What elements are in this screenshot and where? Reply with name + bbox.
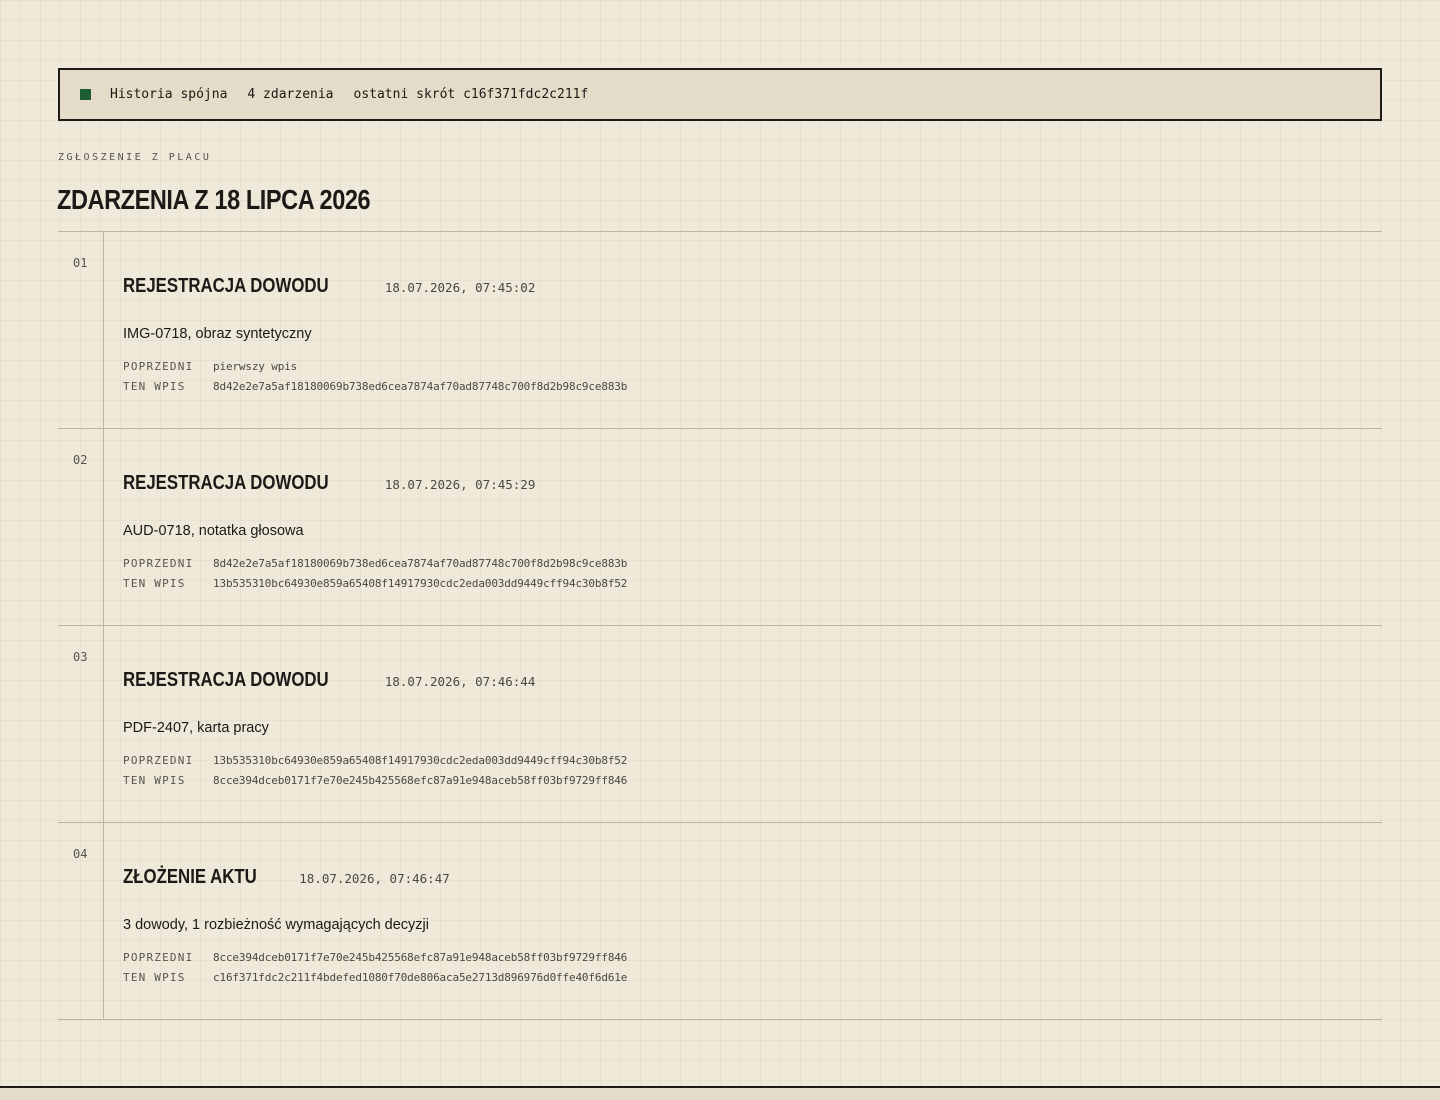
event-header: ZŁOŻENIE AKTU 18.07.2026, 07:46:47 bbox=[123, 863, 450, 891]
previous-hash-row: POPRZEDNI pierwszy wpis bbox=[123, 360, 297, 373]
last-hash: ostatni skrót c16f371fdc2c211f bbox=[353, 87, 589, 102]
timeline-gutter-line bbox=[103, 626, 104, 822]
event-timestamp: 18.07.2026, 07:46:47 bbox=[299, 871, 450, 886]
event-header: REJESTRACJA DOWODU 18.07.2026, 07:46:44 bbox=[123, 666, 535, 694]
previous-hash-value: 8cce394dceb0171f7e70e245b425568efc87a91e… bbox=[213, 951, 628, 964]
event-header: REJESTRACJA DOWODU 18.07.2026, 07:45:29 bbox=[123, 469, 535, 497]
event-description: AUD-0718, notatka głosowa bbox=[123, 523, 304, 539]
event-type: REJESTRACJA DOWODU bbox=[123, 472, 329, 494]
current-hash-label: TEN WPIS bbox=[123, 380, 186, 393]
previous-hash-row: POPRZEDNI 8cce394dceb0171f7e70e245b42556… bbox=[123, 951, 627, 964]
previous-hash-label: POPRZEDNI bbox=[123, 557, 194, 570]
timeline-event: 02 REJESTRACJA DOWODU 18.07.2026, 07:45:… bbox=[58, 429, 1382, 626]
event-timestamp: 18.07.2026, 07:45:02 bbox=[384, 280, 536, 295]
page-eyebrow: ZGŁOSZENIE Z PLACU bbox=[58, 152, 212, 163]
current-hash-value: c16f371fdc2c211f4bdefed1080f70de806aca5e… bbox=[213, 971, 628, 984]
current-hash-row: TEN WPIS 8d42e2e7a5af18180069b738ed6cea7… bbox=[123, 380, 627, 393]
event-header: REJESTRACJA DOWODU 18.07.2026, 07:45:02 bbox=[123, 272, 535, 300]
current-hash-label: TEN WPIS bbox=[123, 577, 186, 590]
status-indicator-icon bbox=[80, 89, 91, 100]
previous-hash-row: POPRZEDNI 8d42e2e7a5af18180069b738ed6cea… bbox=[123, 557, 627, 570]
timeline-gutter-line bbox=[103, 823, 104, 1019]
current-hash-row: TEN WPIS c16f371fdc2c211f4bdefed1080f70d… bbox=[123, 971, 627, 984]
event-count: 4 zdarzenia bbox=[247, 87, 334, 102]
event-description: 3 dowody, 1 rozbieżność wymagających dec… bbox=[123, 917, 429, 933]
current-hash-row: TEN WPIS 8cce394dceb0171f7e70e245b425568… bbox=[123, 774, 627, 787]
current-hash-row: TEN WPIS 13b535310bc64930e859a65408f1491… bbox=[123, 577, 627, 590]
footer-band bbox=[0, 1086, 1440, 1100]
event-index: 04 bbox=[73, 847, 88, 861]
timeline-gutter-line bbox=[103, 232, 104, 428]
current-hash-label: TEN WPIS bbox=[123, 971, 186, 984]
previous-hash-value: 8d42e2e7a5af18180069b738ed6cea7874af70ad… bbox=[213, 557, 628, 570]
timeline-gutter-line bbox=[103, 429, 104, 625]
event-description: IMG-0718, obraz syntetyczny bbox=[123, 326, 312, 342]
previous-hash-label: POPRZEDNI bbox=[123, 360, 194, 373]
timeline-event: 03 REJESTRACJA DOWODU 18.07.2026, 07:46:… bbox=[58, 626, 1382, 823]
timeline-event: 04 ZŁOŻENIE AKTU 18.07.2026, 07:46:47 3 … bbox=[58, 823, 1382, 1020]
current-hash-value: 8d42e2e7a5af18180069b738ed6cea7874af70ad… bbox=[213, 380, 628, 393]
event-timestamp: 18.07.2026, 07:45:29 bbox=[384, 477, 536, 492]
current-hash-value: 13b535310bc64930e859a65408f14917930cdc2e… bbox=[213, 577, 628, 590]
event-timeline: 01 REJESTRACJA DOWODU 18.07.2026, 07:45:… bbox=[58, 231, 1382, 1020]
event-type: REJESTRACJA DOWODU bbox=[123, 275, 329, 297]
event-index: 03 bbox=[73, 650, 88, 664]
previous-hash-label: POPRZEDNI bbox=[123, 951, 194, 964]
page-title: ZDARZENIA Z 18 LIPCA 2026 bbox=[57, 184, 371, 215]
timeline-event: 01 REJESTRACJA DOWODU 18.07.2026, 07:45:… bbox=[58, 232, 1382, 429]
previous-hash-value: pierwszy wpis bbox=[213, 360, 298, 373]
event-type: REJESTRACJA DOWODU bbox=[123, 669, 329, 691]
previous-hash-label: POPRZEDNI bbox=[123, 754, 194, 767]
event-index: 02 bbox=[73, 453, 88, 467]
previous-hash-value: 13b535310bc64930e859a65408f14917930cdc2e… bbox=[213, 754, 628, 767]
current-hash-value: 8cce394dceb0171f7e70e245b425568efc87a91e… bbox=[213, 774, 628, 787]
previous-hash-row: POPRZEDNI 13b535310bc64930e859a65408f149… bbox=[123, 754, 627, 767]
chain-status-text: Historia spójna bbox=[110, 87, 228, 102]
event-type: ZŁOŻENIE AKTU bbox=[123, 866, 257, 888]
event-index: 01 bbox=[73, 256, 88, 270]
event-description: PDF-2407, karta pracy bbox=[123, 720, 269, 736]
current-hash-label: TEN WPIS bbox=[123, 774, 186, 787]
event-timestamp: 18.07.2026, 07:46:44 bbox=[384, 674, 536, 689]
chain-status-bar: Historia spójna 4 zdarzenia ostatni skró… bbox=[58, 68, 1382, 121]
